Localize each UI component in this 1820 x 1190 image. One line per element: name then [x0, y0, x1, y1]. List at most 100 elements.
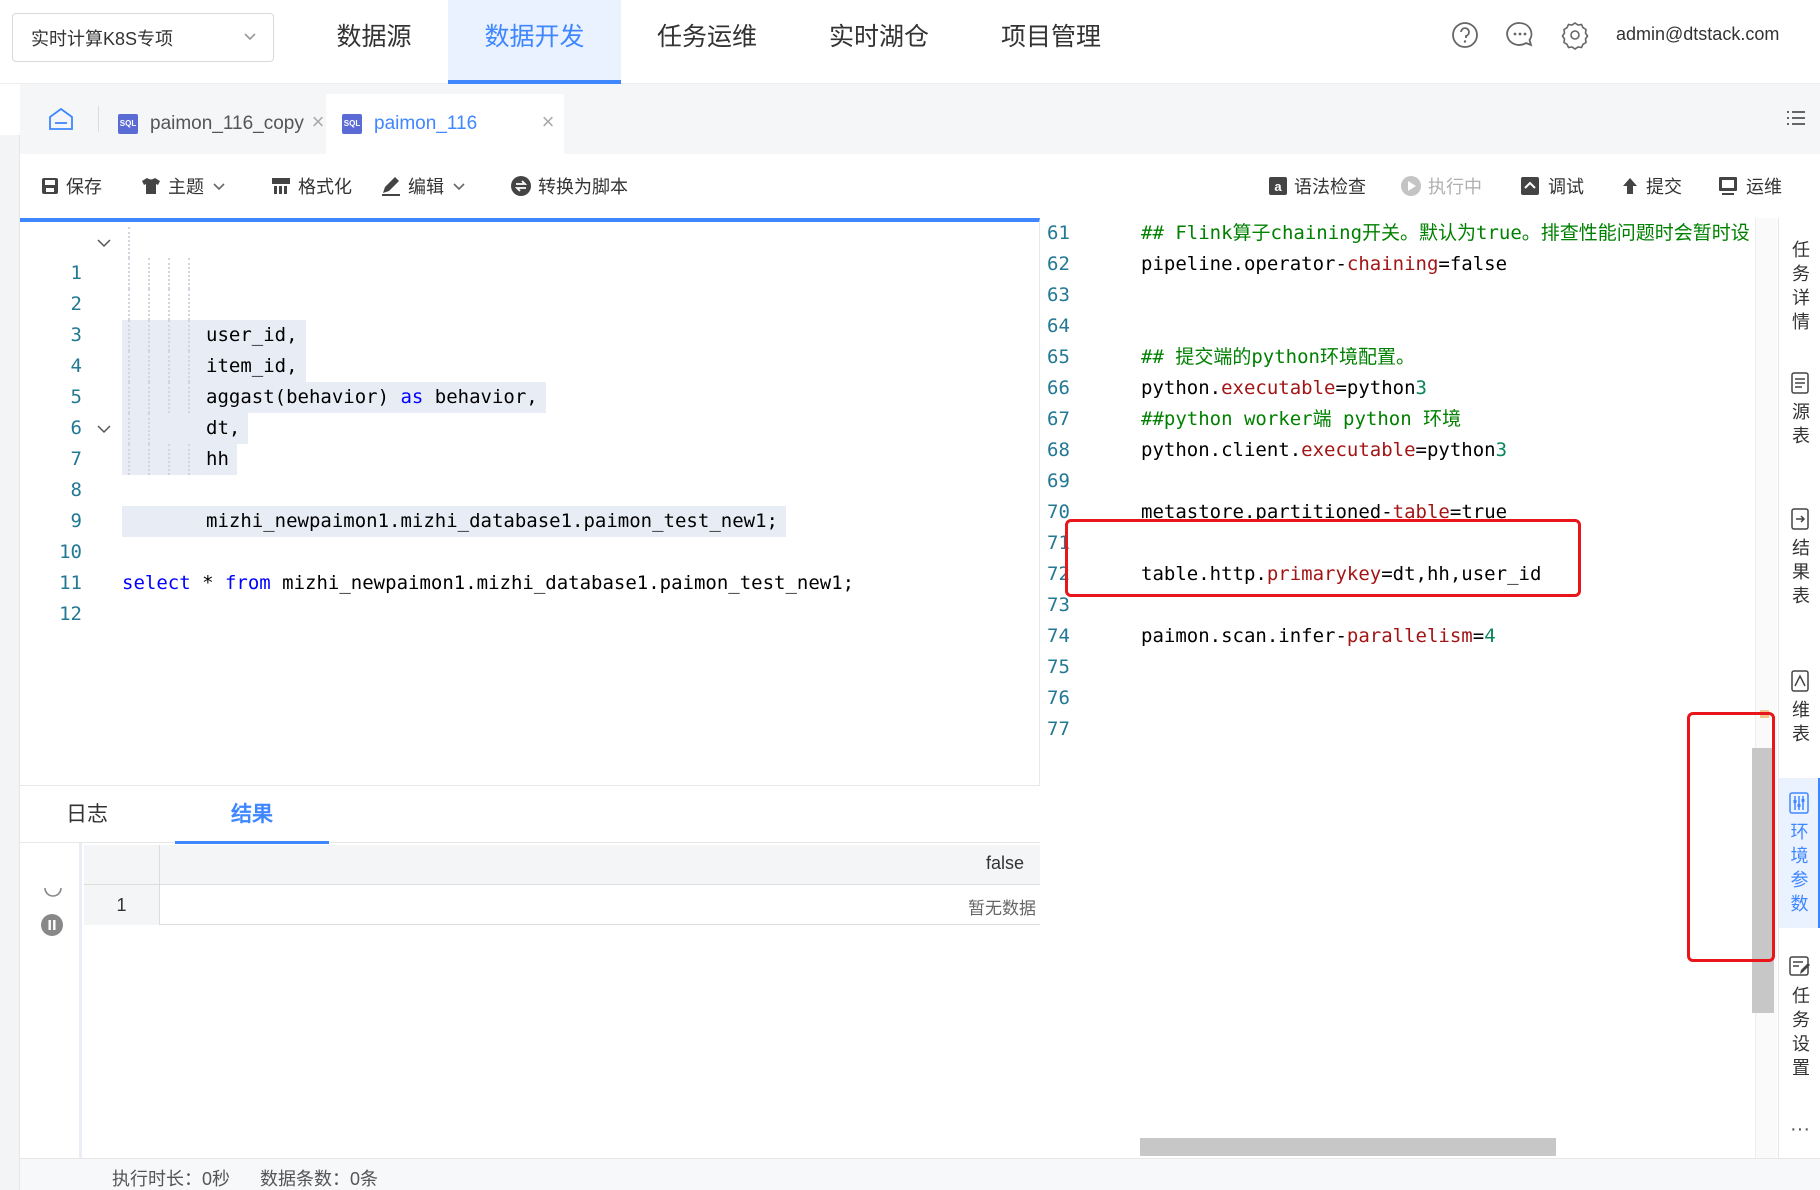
chevron-down-icon: [453, 183, 465, 191]
nav-project-management[interactable]: 项目管理: [965, 0, 1137, 84]
edit-dropdown[interactable]: 编辑: [380, 172, 472, 200]
nav-datasource[interactable]: 数据源: [300, 0, 448, 84]
format-button[interactable]: 格式化: [270, 172, 352, 200]
submit-button[interactable]: 提交: [1620, 172, 1682, 200]
debug-button[interactable]: 调试: [1520, 172, 1584, 200]
code-line: 76: [1041, 683, 1755, 714]
fold-chevron-icon[interactable]: [96, 421, 112, 437]
annotation-highlight-env-params: [1687, 712, 1775, 962]
project-select-value: 实时计算K8S专项: [31, 28, 174, 49]
line-number: 66: [1047, 377, 1070, 399]
code-line: 67 ##python worker端 python 环境: [1041, 404, 1755, 435]
indent-guide: [128, 320, 130, 351]
indent-guide: [148, 289, 150, 320]
more-options[interactable]: ···: [1779, 1118, 1820, 1141]
code-line: 77: [1041, 714, 1755, 745]
code-segment: =false: [1438, 253, 1508, 275]
convert-to-script-button[interactable]: 转换为脚本: [510, 172, 628, 200]
indent-guide: [168, 258, 170, 289]
indent-guide: [128, 413, 130, 444]
play-icon: [1401, 176, 1421, 196]
table-corner-cell: [84, 845, 160, 885]
fold-chevron-icon[interactable]: [96, 235, 112, 251]
code-text: python.client.executable=python3: [1141, 435, 1507, 466]
line-number: 74: [1047, 625, 1070, 647]
side-item-dimension-table[interactable]: 维表: [1779, 670, 1820, 748]
syntax-check-icon: a: [1269, 177, 1287, 195]
comment-text: ## Flink算子chaining开关。默认为true。排查性能问题时会暂时设: [1141, 222, 1750, 244]
save-button[interactable]: 保存: [40, 172, 102, 200]
tab-result[interactable]: 结果: [175, 786, 329, 844]
code-line: 61 ## Flink算子chaining开关。默认为true。排查性能问题时会暂…: [1041, 218, 1755, 249]
table-header-row: false: [84, 845, 1040, 885]
side-item-result-table[interactable]: 结果表: [1779, 508, 1820, 610]
tab-log[interactable]: 日志: [40, 786, 134, 844]
nav-realtime-lakehouse[interactable]: 实时湖仓: [793, 0, 965, 84]
result-side-toolbar: [20, 843, 82, 1158]
code-segment: =python: [1335, 377, 1416, 399]
editor-scroll-track: [1755, 218, 1777, 1158]
message-icon[interactable]: [1505, 20, 1535, 50]
table-row[interactable]: 1 暂无数据: [84, 885, 1040, 925]
line-number: 68: [1047, 439, 1070, 461]
code-text: pipeline.operator-chaining=false: [1141, 249, 1507, 280]
indent-guide: [128, 227, 130, 258]
indent-guide: [148, 382, 150, 413]
env-params-editor[interactable]: 61 ## Flink算子chaining开关。默认为true。排查性能问题时会暂…: [1041, 218, 1755, 1158]
indent-guide: [188, 382, 190, 413]
code-line: 2 user_id,: [20, 258, 1040, 351]
code-line: 9: [20, 475, 1040, 532]
submit-label: 提交: [1646, 177, 1682, 197]
code-segment: python.client.: [1141, 439, 1302, 461]
side-item-label: 环境参数: [1788, 822, 1809, 918]
comment-text: ## 提交端的python环境配置。: [1141, 346, 1415, 368]
property-name: chaining: [1346, 253, 1439, 275]
code-line: 6 hh: [20, 382, 1040, 475]
running-button[interactable]: 执行中: [1400, 172, 1482, 200]
code-line: 3 item_id,: [20, 289, 1040, 382]
pause-icon[interactable]: [40, 913, 64, 937]
number-literal: 3: [1495, 439, 1508, 461]
gear-icon[interactable]: [1560, 20, 1590, 50]
indent-guide: [148, 444, 150, 475]
line-number: 64: [1047, 315, 1070, 337]
help-icon[interactable]: [1450, 20, 1480, 50]
sql-editor[interactable]: 1 select 2 user_id, 3 item_id, 4 aggast(…: [20, 218, 1040, 785]
side-item-label: 任务详情: [1790, 240, 1810, 336]
horizontal-scrollbar[interactable]: [1140, 1138, 1556, 1156]
tab-paimon-116-copy[interactable]: SQL paimon_116_copy ×: [118, 94, 324, 154]
code-segment: pipeline.operator-: [1141, 253, 1347, 275]
tab-paimon-116[interactable]: SQL paimon_116 ×: [326, 94, 564, 154]
side-item-task-settings[interactable]: 任务设置: [1779, 956, 1820, 1082]
left-collapsed-sidebar[interactable]: [0, 135, 20, 1190]
close-icon[interactable]: ×: [538, 111, 558, 133]
running-label: 执行中: [1428, 177, 1482, 197]
code-line: 65 ## 提交端的python环境配置。: [1041, 342, 1755, 373]
theme-dropdown[interactable]: 主题: [140, 172, 232, 200]
project-select[interactable]: 实时计算K8S专项: [12, 13, 274, 62]
side-item-source-table[interactable]: 源表: [1779, 372, 1820, 450]
user-email[interactable]: admin@dtstack.com: [1616, 24, 1779, 45]
ops-button[interactable]: 运维: [1718, 172, 1782, 200]
tab-list-icon[interactable]: [1784, 106, 1808, 130]
file-tab-bar: SQL paimon_116_copy × SQL paimon_116 ×: [20, 84, 1820, 154]
code-line: 62 pipeline.operator-chaining=false: [1041, 249, 1755, 280]
top-navigation: 实时计算K8S专项 数据源 数据开发 任务运维 实时湖仓 项目管理 admin@…: [0, 0, 1820, 84]
indent-guide: [188, 258, 190, 289]
indent-guide: [148, 413, 150, 444]
nav-task-ops[interactable]: 任务运维: [621, 0, 793, 84]
property-name: executable: [1301, 439, 1416, 461]
line-number: 69: [1047, 470, 1070, 492]
execution-duration: 执行时长：0秒: [112, 1169, 231, 1189]
side-item-task-detail[interactable]: 任务详情: [1779, 232, 1820, 336]
close-icon[interactable]: ×: [308, 111, 328, 133]
nav-data-development[interactable]: 数据开发: [448, 0, 621, 84]
syntax-check-button[interactable]: a 语法检查: [1268, 172, 1366, 200]
row-index: 1: [84, 885, 160, 925]
upload-icon: [1623, 178, 1637, 194]
convert-icon: [511, 176, 531, 196]
number-literal: 4: [1484, 625, 1496, 647]
home-icon[interactable]: [46, 104, 76, 134]
side-item-env-params[interactable]: 环境参数: [1779, 778, 1820, 928]
indent-guide: [128, 351, 130, 382]
